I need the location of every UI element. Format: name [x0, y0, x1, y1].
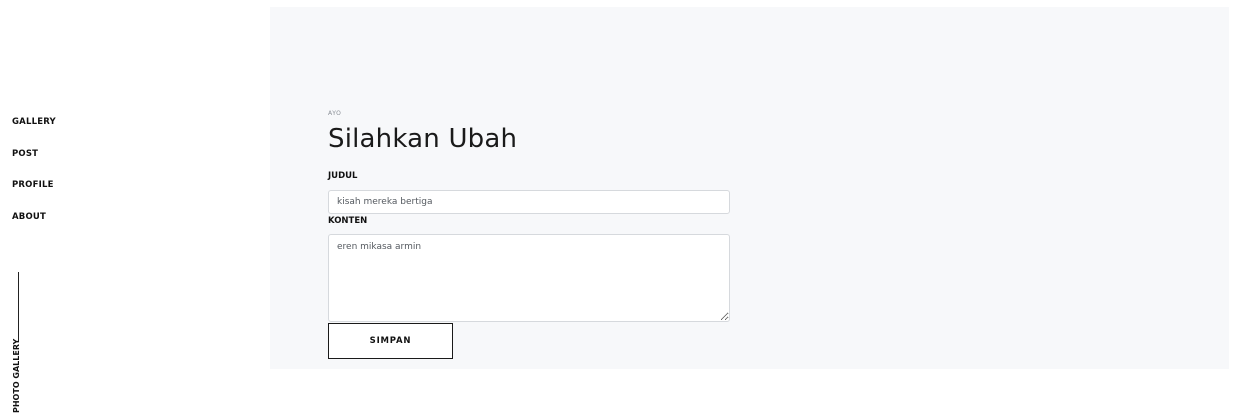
sidebar-item-gallery[interactable]: GALLERY [12, 117, 56, 127]
sidebar-nav: GALLERY POST PROFILE ABOUT [12, 117, 56, 243]
sidebar-item-about[interactable]: ABOUT [12, 212, 56, 222]
sidebar-item-post[interactable]: POST [12, 149, 56, 159]
page-title: Silahkan Ubah [328, 124, 518, 154]
judul-input[interactable] [328, 190, 730, 214]
main-panel: AYO Silahkan Ubah JUDUL KONTEN eren mika… [270, 7, 1229, 369]
page: GALLERY POST PROFILE ABOUT PHOTO GALLERY… [0, 0, 1234, 413]
judul-label: JUDUL [328, 171, 358, 181]
vertical-site-label: PHOTO GALLERY [12, 338, 21, 413]
konten-textarea[interactable]: eren mikasa armin [328, 234, 730, 322]
edit-form: AYO Silahkan Ubah JUDUL KONTEN eren mika… [328, 110, 730, 359]
sidebar: GALLERY POST PROFILE ABOUT PHOTO GALLERY [0, 0, 270, 413]
sidebar-item-profile[interactable]: PROFILE [12, 180, 56, 190]
save-button[interactable]: SIMPAN [328, 323, 453, 359]
sidebar-divider-line [18, 272, 19, 342]
eyebrow-text: AYO [328, 110, 342, 117]
konten-label: KONTEN [328, 216, 368, 226]
